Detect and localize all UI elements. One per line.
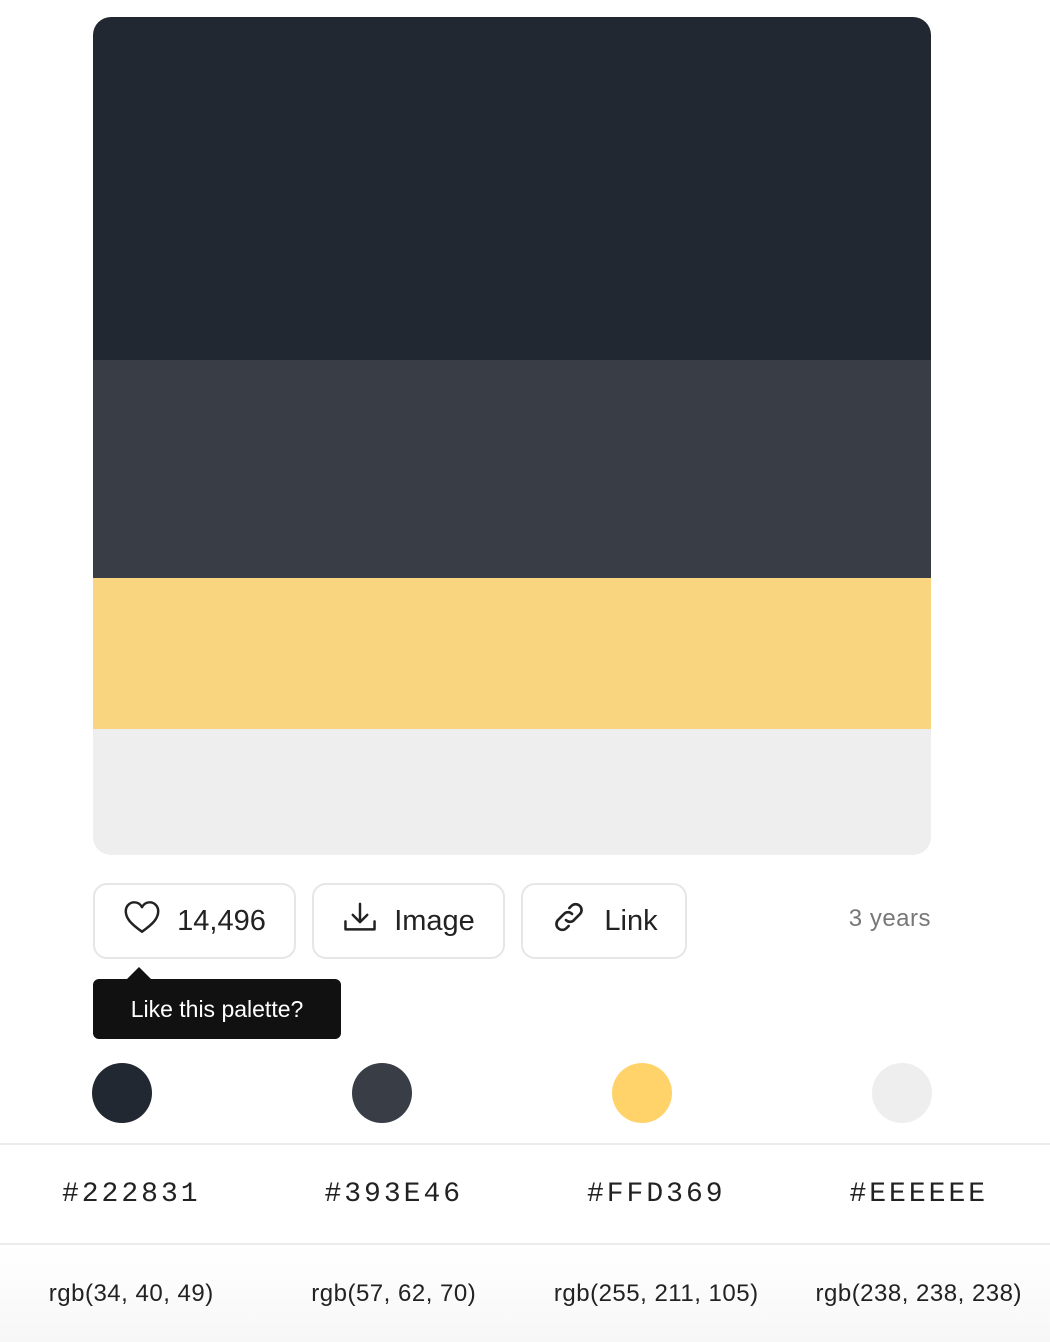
hex-cell[interactable]: #FFD369: [525, 1145, 788, 1243]
hex-code[interactable]: #FFD369: [587, 1179, 726, 1210]
download-image-button[interactable]: Image: [312, 883, 505, 959]
palette-preview[interactable]: [93, 17, 931, 855]
like-button[interactable]: 14,496: [93, 883, 296, 959]
palette-age: 3 years: [848, 905, 931, 932]
hex-cell[interactable]: #222831: [0, 1145, 263, 1243]
palette-stripe-2[interactable]: [93, 360, 931, 578]
hex-code[interactable]: #222831: [62, 1179, 201, 1210]
link-label: Link: [604, 904, 658, 937]
color-swatch-3[interactable]: [612, 1063, 672, 1123]
download-icon: [342, 901, 378, 941]
color-swatch-2[interactable]: [352, 1063, 412, 1123]
rgb-code[interactable]: rgb(238, 238, 238): [816, 1280, 1022, 1308]
palette-stripe-4[interactable]: [93, 729, 931, 855]
tooltip-text: Like this palette?: [130, 995, 304, 1022]
rgb-code[interactable]: rgb(57, 62, 70): [311, 1280, 476, 1308]
hex-cell[interactable]: #EEEEEE: [788, 1145, 1050, 1243]
hex-code[interactable]: #EEEEEE: [849, 1179, 988, 1210]
copy-link-button[interactable]: Link: [521, 883, 687, 959]
like-count: 14,496: [177, 904, 266, 937]
color-swatch-1[interactable]: [92, 1063, 152, 1123]
link-icon: [550, 900, 588, 942]
palette-stripe-3[interactable]: [93, 578, 931, 729]
heart-icon: [123, 900, 161, 942]
rgb-code[interactable]: rgb(255, 211, 105): [554, 1280, 759, 1308]
rgb-cell[interactable]: rgb(238, 238, 238): [788, 1245, 1050, 1342]
hex-codes-row: #222831 #393E46 #FFD369 #EEEEEE: [0, 1143, 1050, 1245]
like-tooltip: Like this palette?: [93, 967, 341, 1039]
rgb-codes-row: rgb(34, 40, 49) rgb(57, 62, 70) rgb(255,…: [0, 1245, 1050, 1342]
rgb-code[interactable]: rgb(34, 40, 49): [49, 1280, 214, 1308]
color-swatch-4[interactable]: [872, 1063, 932, 1123]
image-label: Image: [394, 904, 475, 937]
palette-stripe-1[interactable]: [93, 17, 931, 360]
rgb-cell[interactable]: rgb(34, 40, 49): [0, 1245, 263, 1342]
hex-cell[interactable]: #393E46: [263, 1145, 526, 1243]
hex-code[interactable]: #393E46: [324, 1179, 463, 1210]
rgb-cell[interactable]: rgb(255, 211, 105): [525, 1245, 788, 1342]
rgb-cell[interactable]: rgb(57, 62, 70): [263, 1245, 526, 1342]
